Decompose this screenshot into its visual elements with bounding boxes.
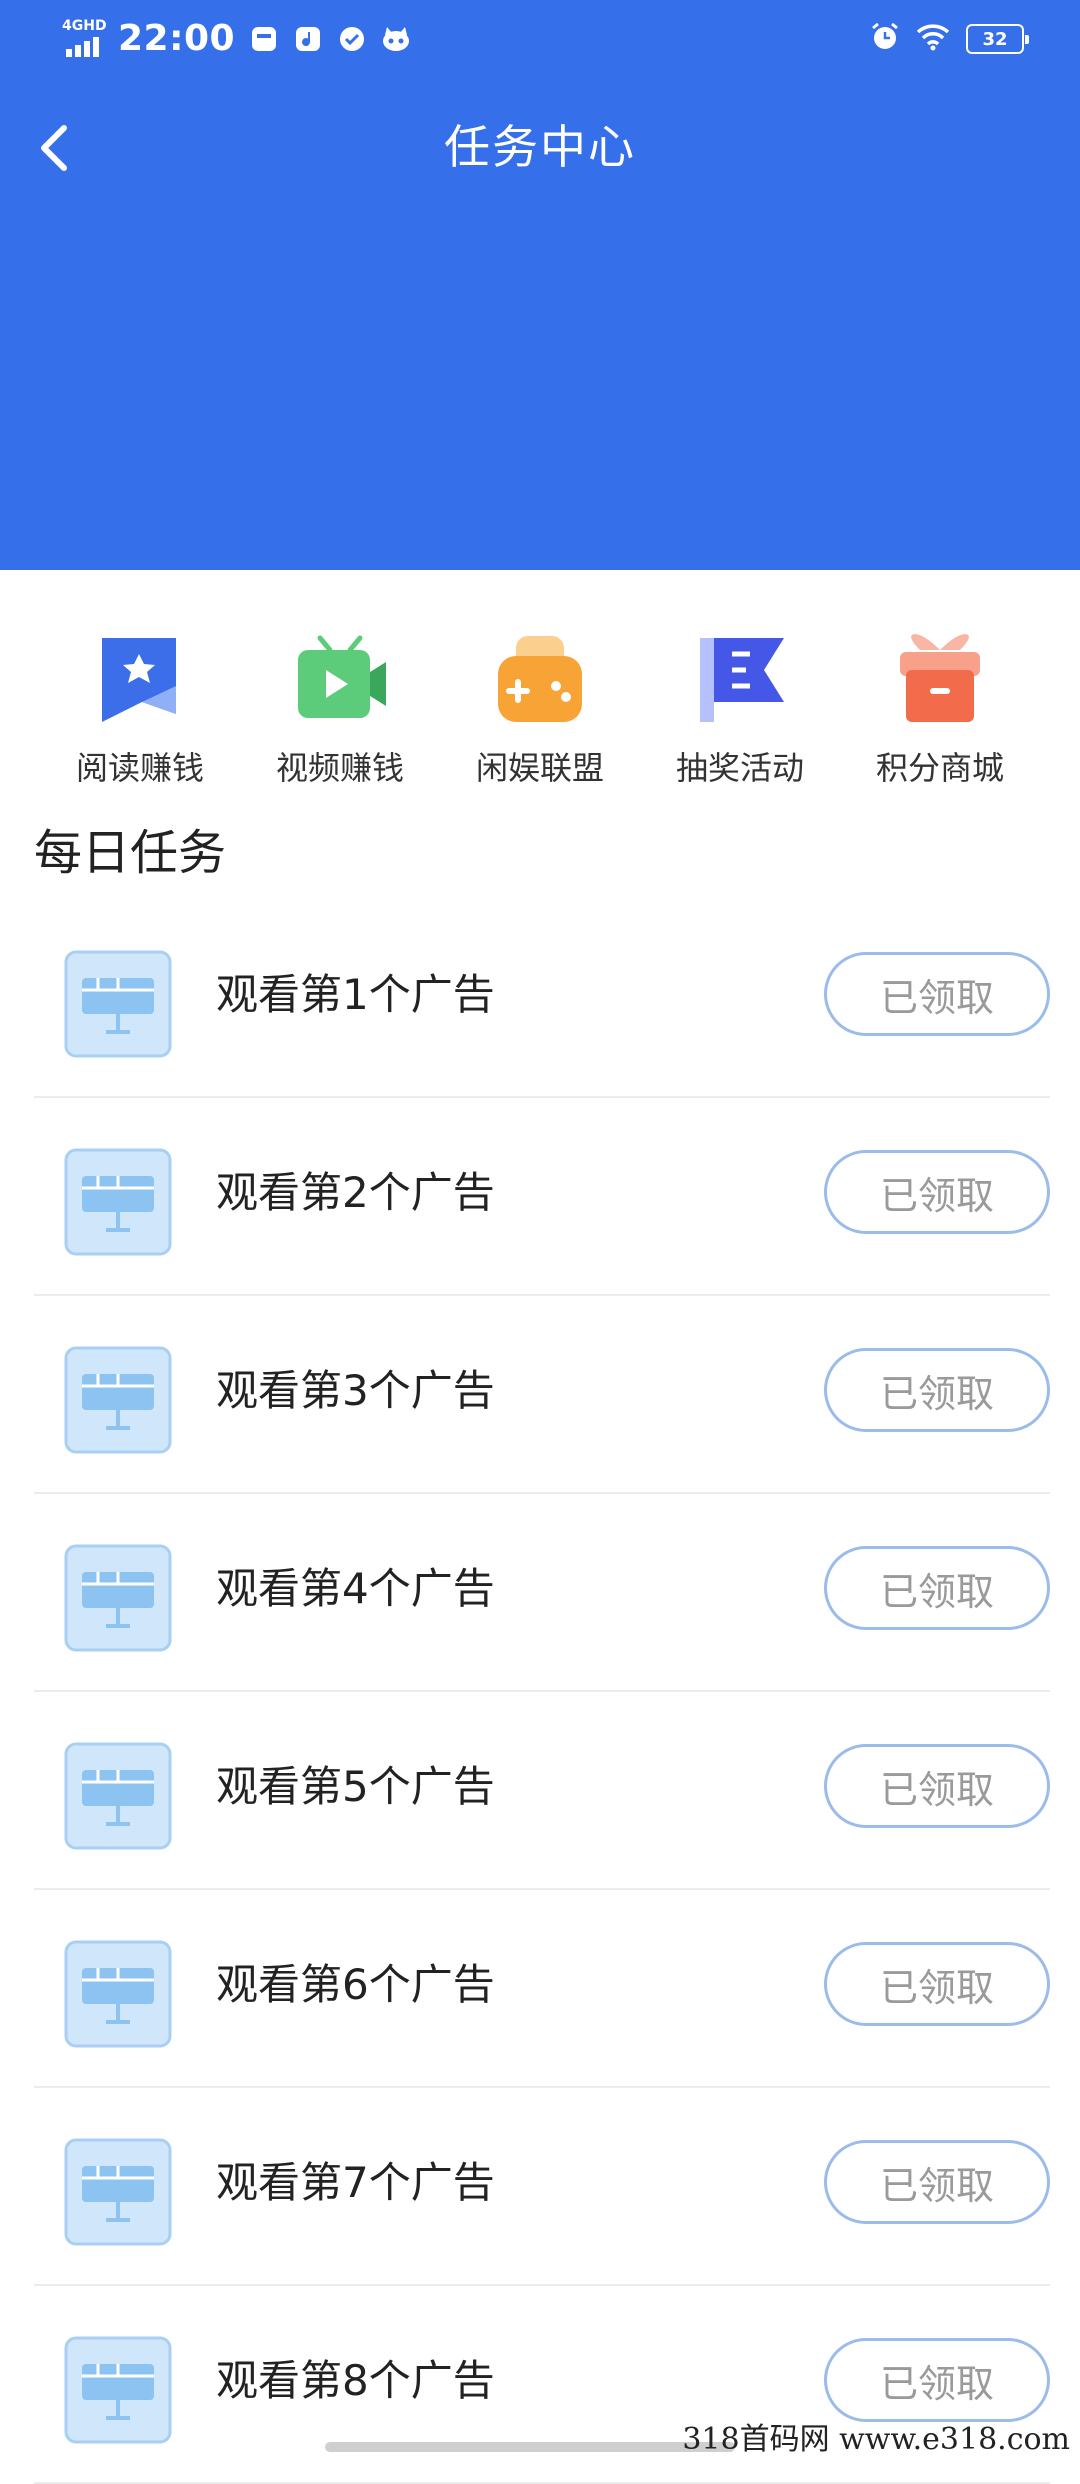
quick-entry-leisure-alliance[interactable]: 闲娱联盟: [440, 630, 640, 788]
task-row: 观看第1个广告 已领取: [34, 900, 1050, 1098]
quick-entry-label: 闲娱联盟: [475, 749, 604, 787]
quick-entry-video-earn[interactable]: 视频赚钱: [240, 630, 440, 788]
status-bar: 4GHD 22:00 32: [0, 0, 1080, 80]
tv-play-icon: [290, 630, 390, 730]
quick-entry-lottery[interactable]: 抽奖活动: [640, 630, 840, 788]
book-star-icon: [90, 630, 190, 730]
task-label: 观看第8个广告: [216, 2356, 495, 2405]
task-label: 观看第7个广告: [216, 2158, 495, 2207]
claimed-button[interactable]: 已领取: [824, 1942, 1050, 2026]
task-label: 观看第5个广告: [216, 1762, 495, 1811]
claimed-button[interactable]: 已领取: [824, 2338, 1050, 2422]
ad-video-icon: [58, 1934, 178, 2054]
task-label: 观看第3个广告: [216, 1366, 495, 1415]
task-row: 观看第7个广告 已领取: [34, 2088, 1050, 2286]
task-label: 观看第1个广告: [216, 970, 495, 1019]
gift-box-icon: [890, 630, 990, 730]
flag-icon: [690, 630, 790, 730]
cellular-signal-icon: 4GHD: [62, 19, 112, 59]
task-row: 观看第4个广告 已领取: [34, 1494, 1050, 1692]
gamepad-icon: [490, 630, 590, 730]
wifi-icon: [916, 23, 950, 55]
claimed-button[interactable]: 已领取: [824, 1150, 1050, 1234]
quick-entry-label: 阅读赚钱: [75, 749, 204, 787]
ad-video-icon: [58, 1736, 178, 1856]
quick-entry-row: 阅读赚钱 视频赚钱 闲娱联盟 抽奖活动 积分商城: [0, 630, 1080, 800]
check-badge-icon: [337, 24, 367, 54]
music-app-icon: [293, 24, 323, 54]
quick-entry-label: 抽奖活动: [675, 749, 804, 787]
claimed-button[interactable]: 已领取: [824, 2140, 1050, 2224]
task-row: 观看第5个广告 已领取: [34, 1692, 1050, 1890]
daily-tasks-title: 每日任务: [34, 825, 227, 881]
daily-task-list: 观看第1个广告 已领取 观看第2个广告 已领取 观看第3个广告 已领取 观看第4…: [0, 900, 1080, 2484]
battery-indicator: 32: [966, 24, 1029, 54]
status-time: 22:00: [118, 18, 236, 59]
quick-entry-read-earn[interactable]: 阅读赚钱: [40, 630, 240, 788]
app-notification-icon: [249, 24, 279, 54]
watermark: 318首码网 www.e318.com: [682, 2422, 1070, 2457]
ad-video-icon: [58, 1142, 178, 1262]
task-row: 观看第6个广告 已领取: [34, 1890, 1050, 2088]
claimed-button[interactable]: 已领取: [824, 952, 1050, 1036]
ad-video-icon: [58, 944, 178, 1064]
cat-app-icon: [381, 24, 411, 54]
claimed-button[interactable]: 已领取: [824, 1348, 1050, 1432]
quick-entry-label: 视频赚钱: [275, 749, 404, 787]
task-label: 观看第6个广告: [216, 1960, 495, 2009]
alarm-icon: [870, 22, 900, 56]
task-row: 观看第3个广告 已领取: [34, 1296, 1050, 1494]
task-label: 观看第2个广告: [216, 1168, 495, 1217]
quick-entry-points-mall[interactable]: 积分商城: [840, 630, 1040, 788]
ad-video-icon: [58, 1538, 178, 1658]
header-banner: 4GHD 22:00 32 任务中心: [0, 0, 1080, 570]
task-label: 观看第4个广告: [216, 1564, 495, 1613]
quick-entry-label: 积分商城: [875, 749, 1004, 787]
network-type: 4GHD: [62, 17, 107, 34]
page-title: 任务中心: [444, 120, 636, 174]
ad-video-icon: [58, 1340, 178, 1460]
ad-video-icon: [58, 2132, 178, 2252]
ad-video-icon: [58, 2330, 178, 2450]
task-row: 观看第2个广告 已领取: [34, 1098, 1050, 1296]
claimed-button[interactable]: 已领取: [824, 1744, 1050, 1828]
home-indicator[interactable]: [325, 2442, 735, 2452]
claimed-button[interactable]: 已领取: [824, 1546, 1050, 1630]
